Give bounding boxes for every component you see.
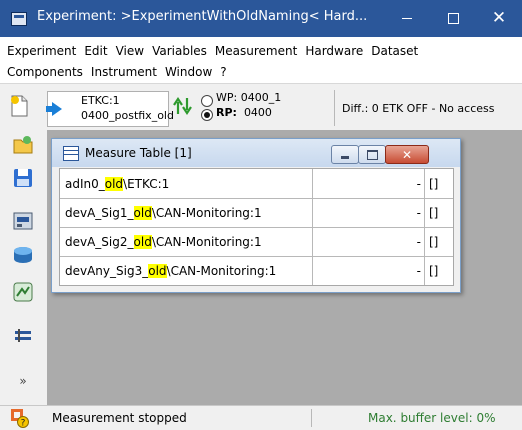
open-folder-icon[interactable] (12, 134, 34, 156)
new-icon[interactable] (8, 94, 30, 118)
close-icon: ✕ (401, 147, 413, 162)
device-selector[interactable]: ETKC:1 0400_postfix_old (46, 91, 174, 127)
signal-value-cell: - (313, 256, 425, 285)
menu-instrument[interactable]: Instrument (87, 65, 161, 79)
app-icon[interactable] (11, 12, 27, 26)
menu-row-1: Experiment Edit View Variables Measureme… (0, 41, 422, 61)
menu-view[interactable]: View (112, 44, 148, 58)
maximize-icon (447, 13, 459, 24)
status-bar: ? Measurement stopped Max. buffer level:… (0, 405, 522, 430)
menu-bar: Experiment Edit View Variables Measureme… (0, 37, 522, 83)
maximize-button[interactable] (430, 0, 476, 37)
signal-unit-cell: [] (429, 234, 439, 249)
measure-minimize-button[interactable] (331, 145, 359, 164)
menu-hardware[interactable]: Hardware (301, 44, 367, 58)
menu-dataset[interactable]: Dataset (367, 44, 422, 58)
swap-page-icon[interactable] (172, 96, 194, 116)
measure-table: adIn0_ old \ETKC:1 - [] devA_Sig1_ old \CAN-… (59, 168, 454, 286)
window-title: Experiment: >ExperimentWithOldNaming< Ha… (37, 9, 368, 24)
etk-status-text: Diff.: 0 ETK OFF - No access (342, 102, 495, 115)
dataset-name: 0400_postfix_old (81, 109, 174, 122)
rp-value: 0400 (243, 106, 272, 119)
menu-edit[interactable]: Edit (80, 44, 111, 58)
signal-prefix: devA_Sig1_ (65, 205, 134, 220)
signal-name-cell: devAny_Sig3_ old \CAN-Monitoring:1 (60, 256, 313, 285)
rp-label: RP: 0400 (216, 106, 272, 119)
device-name: ETKC:1 (81, 94, 120, 107)
table-row[interactable]: adIn0_ old \ETKC:1 - [] (60, 169, 453, 199)
signal-name-cell: adIn0_ old \ETKC:1 (60, 169, 313, 198)
menu-measurement[interactable]: Measurement (211, 44, 301, 58)
menu-window[interactable]: Window (161, 65, 216, 79)
hardware-config-icon[interactable] (12, 210, 34, 232)
signal-suffix: \ETKC:1 (123, 176, 170, 191)
table-row[interactable]: devA_Sig2_ old \CAN-Monitoring:1 - [] (60, 227, 453, 257)
signal-highlight: old (148, 263, 167, 278)
close-button[interactable]: ✕ (476, 0, 522, 37)
minimize-icon (402, 18, 412, 19)
toolbar-separator (334, 90, 335, 126)
signal-prefix: adIn0_ (65, 176, 105, 191)
signal-unit-cell: [] (429, 176, 439, 191)
measure-table-window[interactable]: Measure Table [1] ✕ adIn0_ old \ETKC:1 - [… (51, 138, 461, 293)
signal-prefix: devAny_Sig3_ (65, 263, 149, 278)
save-icon[interactable] (12, 167, 34, 189)
arrow-right-icon (46, 102, 62, 116)
table-row[interactable]: devA_Sig1_ old \CAN-Monitoring:1 - [] (60, 198, 453, 228)
table-row[interactable]: devAny_Sig3_ old \CAN-Monitoring:1 - [] (60, 256, 453, 285)
signal-prefix: devA_Sig2_ (65, 234, 134, 249)
signal-name-cell: devA_Sig2_ old \CAN-Monitoring:1 (60, 227, 313, 256)
measure-window-titlebar[interactable]: Measure Table [1] ✕ (52, 139, 460, 167)
signal-highlight: old (133, 234, 152, 249)
toolbar: ETKC:1 0400_postfix_old WP: 0400_1 RP: 0… (0, 83, 522, 132)
menu-components[interactable]: Components (0, 65, 87, 79)
layout-icon[interactable] (12, 326, 34, 348)
signal-value-cell: - (313, 227, 425, 256)
wp-radio[interactable] (201, 95, 213, 107)
maximize-icon (366, 149, 378, 160)
rp-radio[interactable] (201, 109, 213, 121)
measure-window-title: Measure Table [1] (85, 146, 192, 160)
measure-maximize-button[interactable] (358, 145, 386, 164)
signal-suffix: \CAN-Monitoring:1 (166, 263, 277, 278)
wp-value: 0400_1 (240, 91, 282, 104)
minimize-icon (341, 155, 349, 159)
signal-unit-cell: [] (429, 263, 439, 278)
side-toolbar: » (0, 130, 48, 405)
measure-close-button[interactable]: ✕ (385, 145, 429, 164)
signal-highlight: old (104, 176, 124, 191)
menu-experiment[interactable]: Experiment (0, 44, 80, 58)
network-icon[interactable] (12, 281, 34, 303)
signal-suffix: \CAN-Monitoring:1 (151, 205, 262, 220)
window-titlebar[interactable]: Experiment: >ExperimentWithOldNaming< Ha… (0, 0, 522, 37)
wp-label: WP: 0400_1 (216, 91, 282, 104)
close-icon: ✕ (491, 8, 507, 28)
signal-unit-cell: [] (429, 205, 439, 220)
signal-suffix: \CAN-Monitoring:1 (151, 234, 262, 249)
status-separator (311, 409, 312, 427)
menu-help[interactable]: ? (216, 65, 230, 79)
database-icon[interactable] (12, 244, 34, 266)
warning-config-icon[interactable]: ? (8, 408, 30, 428)
buffer-level: Max. buffer level: 0% (368, 411, 496, 425)
table-icon (63, 146, 79, 161)
menu-variables[interactable]: Variables (148, 44, 211, 58)
signal-highlight: old (133, 205, 152, 220)
minimize-button[interactable] (384, 0, 430, 37)
signal-value-cell: - (313, 169, 425, 198)
measurement-status: Measurement stopped (52, 411, 187, 425)
more-icon[interactable]: » (12, 374, 34, 396)
signal-value-cell: - (313, 198, 425, 227)
signal-name-cell: devA_Sig1_ old \CAN-Monitoring:1 (60, 198, 313, 227)
svg-text:?: ? (21, 419, 26, 429)
menu-row-2: Components Instrument Window ? (0, 62, 231, 82)
